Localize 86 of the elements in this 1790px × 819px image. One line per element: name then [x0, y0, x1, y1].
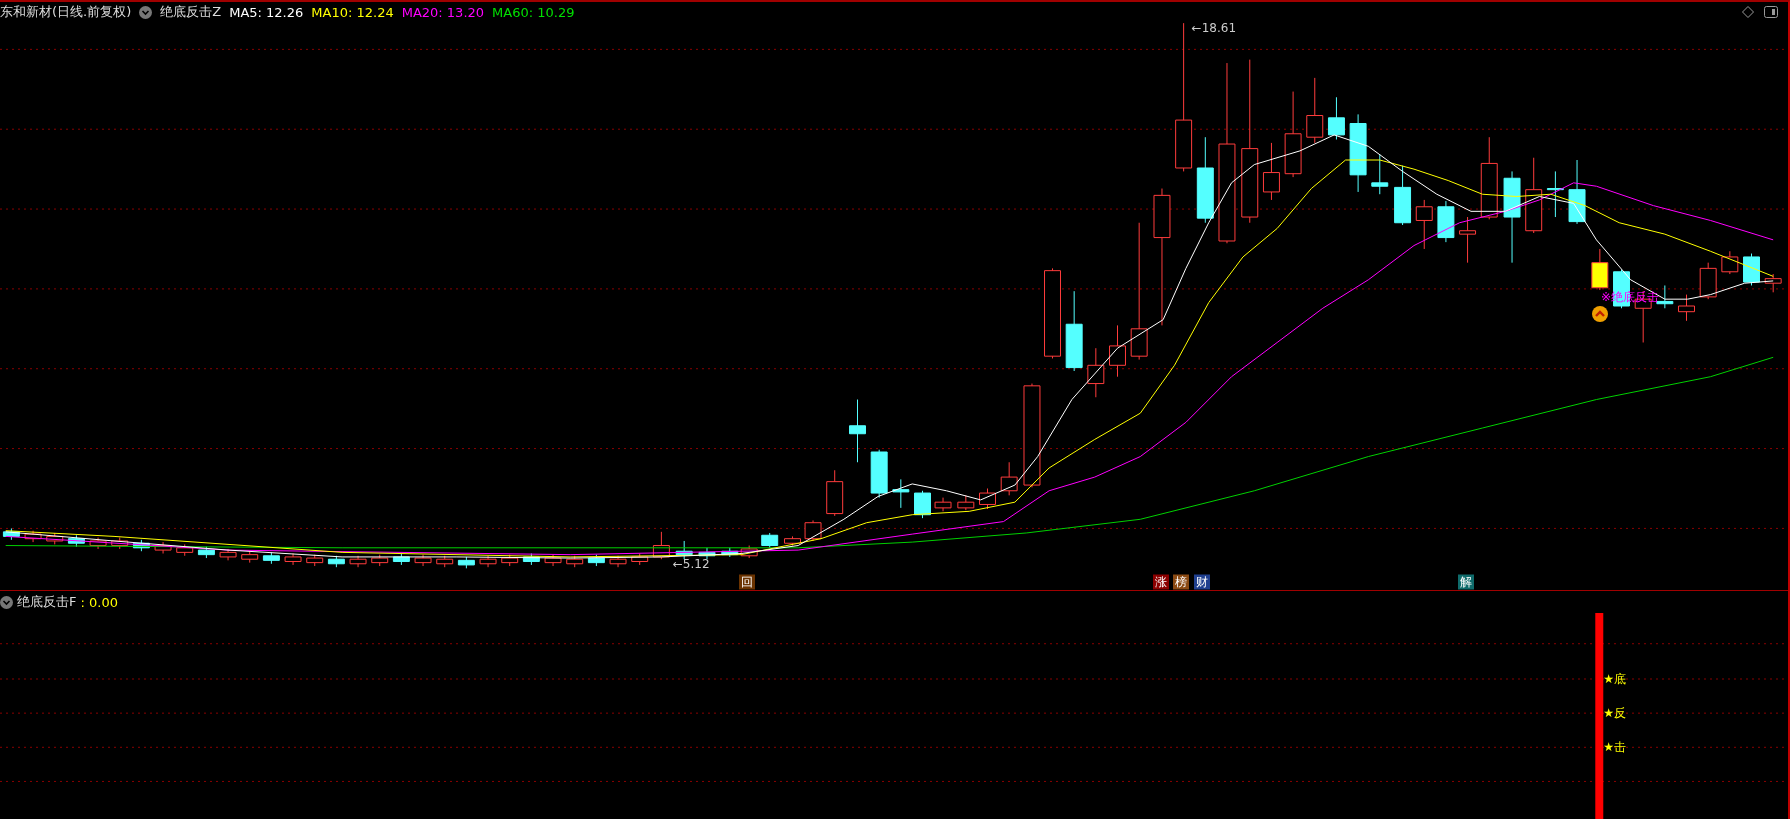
candlestick — [457, 556, 475, 569]
candlestick — [371, 554, 389, 567]
candlestick — [740, 545, 758, 559]
moving-average-value: MA5: 12.26 — [229, 4, 304, 20]
collapse-icon[interactable] — [0, 595, 13, 609]
candlestick — [1568, 159, 1586, 225]
candlestick — [2, 527, 20, 541]
candlestick — [176, 543, 194, 557]
candlestick — [1394, 165, 1412, 226]
candlestick — [721, 547, 739, 558]
event-marker[interactable]: 解 — [1458, 574, 1475, 590]
moving-average-value: MA10: 12.24 — [311, 4, 394, 20]
indicator-name: 绝底反击F — [17, 593, 77, 611]
candlestick — [262, 551, 280, 565]
candlestick — [870, 449, 888, 499]
candlestick — [934, 497, 952, 512]
signal-label: ★底 — [1603, 670, 1627, 688]
candlestick — [154, 541, 172, 554]
stock-title: 东和新材(日线.前复权) — [0, 3, 132, 21]
event-marker[interactable]: 榜 — [1173, 574, 1190, 590]
moving-average-value: MA60: 10.29 — [492, 4, 575, 20]
candlestick — [1306, 77, 1324, 144]
candlestick — [1764, 273, 1782, 293]
candlestick — [219, 548, 237, 561]
indicator-value: : 0.00 — [80, 594, 118, 610]
candlestick — [1743, 253, 1760, 286]
candlestick — [631, 553, 649, 566]
candlestick — [979, 488, 996, 510]
candlestick — [241, 550, 259, 564]
candlestick — [132, 539, 150, 552]
candlestick — [197, 546, 215, 559]
indicator-name: 绝底反击Z — [160, 3, 222, 21]
signal-label: ★反 — [1603, 704, 1627, 722]
candlestick — [1591, 248, 1609, 291]
candlestick — [89, 537, 107, 550]
candlestick — [414, 554, 432, 567]
diamond-icon[interactable] — [1742, 6, 1754, 18]
collapse-icon[interactable] — [139, 5, 153, 19]
up-chevron-icon — [1591, 306, 1608, 322]
candlestick — [914, 490, 931, 519]
candlestick — [804, 519, 822, 542]
candlestick — [544, 554, 562, 567]
candlestick — [392, 553, 410, 566]
candlestick — [1415, 199, 1433, 250]
moving-average-value: MA20: 13.20 — [401, 4, 485, 20]
candlestick — [111, 537, 129, 550]
candlestick — [1087, 347, 1105, 398]
candlestick — [698, 547, 716, 560]
candlestick — [1699, 262, 1717, 300]
candlestick — [1678, 294, 1695, 322]
candlestick — [501, 554, 519, 567]
price-label: ←5.12 — [672, 556, 710, 571]
candlestick — [1327, 96, 1345, 140]
candlestick — [24, 530, 42, 543]
candlestick — [784, 535, 801, 546]
signal-label: ★击 — [1603, 738, 1627, 756]
candlestick — [479, 555, 497, 568]
candlestick — [1262, 142, 1280, 201]
candlestick — [1437, 200, 1455, 243]
candlestick — [1109, 324, 1126, 378]
candlestick — [349, 555, 367, 568]
panel-toggle-icon[interactable] — [1764, 6, 1778, 18]
candlestick — [284, 553, 302, 566]
candlestick — [761, 532, 779, 549]
candlestick — [1000, 461, 1018, 496]
candlestick — [1546, 170, 1564, 218]
event-marker[interactable]: 财 — [1193, 574, 1210, 590]
candlestick — [826, 469, 844, 517]
candlestick — [1721, 250, 1739, 275]
candlestick — [46, 532, 64, 545]
candlestick — [892, 478, 910, 509]
event-marker[interactable]: 回 — [738, 574, 755, 590]
candlestick — [327, 555, 345, 568]
candlestick — [1371, 153, 1389, 195]
candlestick — [587, 554, 605, 567]
candlestick — [849, 399, 866, 463]
event-marker[interactable]: 涨 — [1152, 574, 1169, 590]
candlestick — [675, 540, 693, 560]
price-label: ←18.61 — [1191, 20, 1237, 35]
candlestick — [436, 555, 454, 568]
candlestick — [652, 531, 670, 560]
candlestick — [306, 554, 324, 567]
candlestick — [957, 494, 975, 511]
candlestick — [609, 555, 627, 568]
candlestick — [1459, 216, 1477, 264]
candlestick — [67, 534, 85, 548]
